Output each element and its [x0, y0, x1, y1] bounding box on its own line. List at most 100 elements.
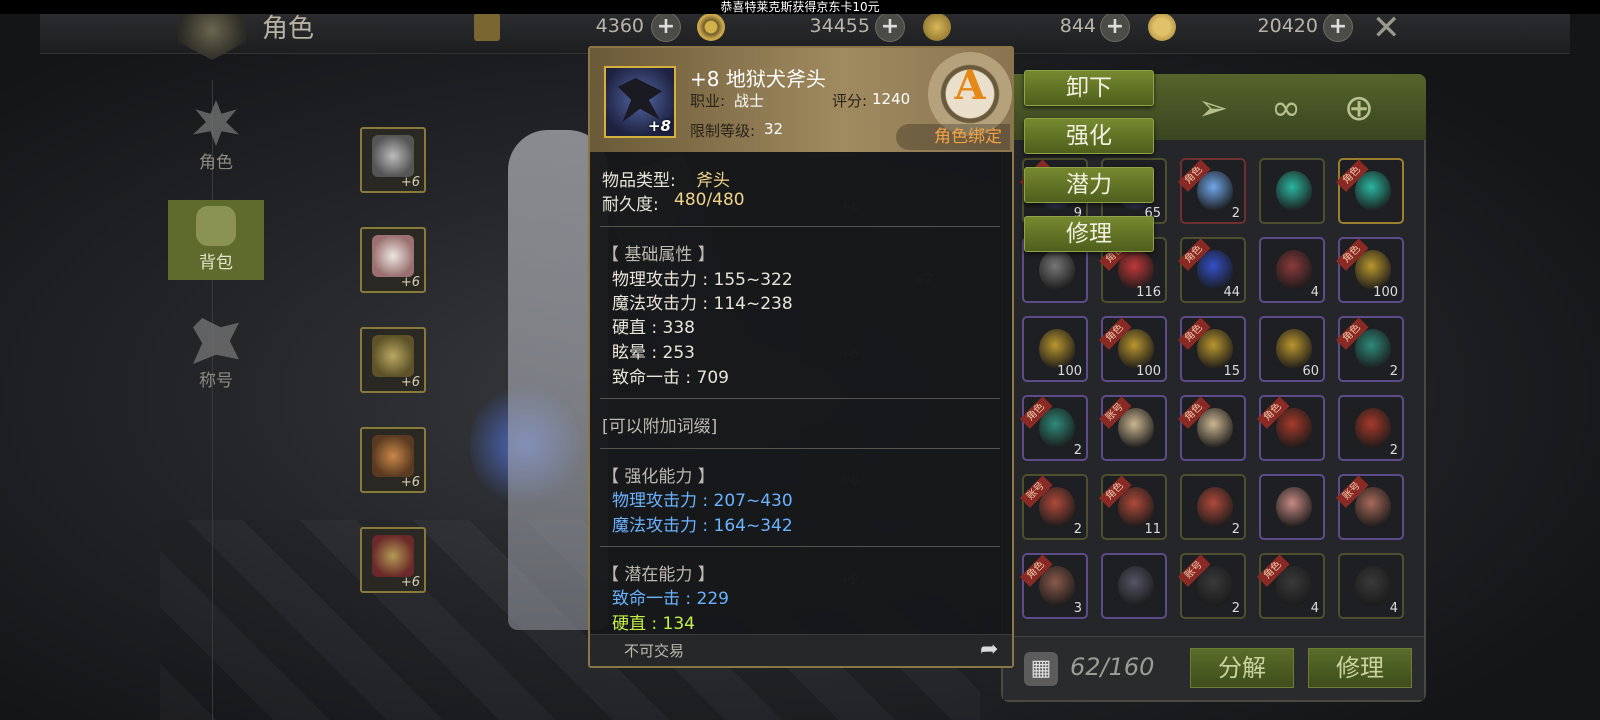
inventory-item[interactable]: 2 — [1338, 395, 1404, 461]
announcement-ticker: 恭喜特莱克斯获得京东卡10元 — [0, 0, 1600, 14]
inventory-item[interactable]: 角色 2 — [1336, 316, 1404, 382]
nav-item-bag[interactable]: 背包 — [168, 200, 264, 280]
item-count: 11 — [1144, 522, 1161, 537]
leggings-icon — [372, 335, 414, 377]
equip-slot-leggings[interactable]: +6 — [360, 327, 426, 393]
item-count: 2 — [1231, 522, 1240, 537]
wing-icon[interactable]: ➢ — [1190, 86, 1236, 132]
divider — [600, 546, 1000, 547]
inventory-item[interactable]: 角色 44 — [1178, 237, 1246, 303]
inventory-item[interactable]: 60 — [1259, 316, 1325, 382]
equip-slot-gloves[interactable]: +6 — [360, 427, 426, 493]
item-count: 2 — [1073, 522, 1082, 537]
unequip-button[interactable]: 卸下 — [1024, 70, 1154, 106]
bag-coin-icon — [923, 13, 951, 41]
job-value: 战士 — [734, 92, 765, 110]
grade-letter: A — [954, 62, 986, 109]
inventory-item[interactable] — [1259, 474, 1325, 540]
divider — [600, 226, 1000, 227]
inventory-item[interactable]: 角色 3 — [1020, 553, 1088, 619]
item-icon — [1039, 250, 1075, 290]
gem-icon[interactable]: ⊕ — [1336, 86, 1382, 132]
inventory-item[interactable]: 角色 15 — [1178, 316, 1246, 382]
share-icon[interactable]: ➦ — [980, 637, 998, 662]
inventory-item[interactable]: 账号 — [1099, 395, 1167, 461]
item-icon — [1276, 329, 1312, 369]
close-button[interactable]: ✕ — [1372, 11, 1401, 45]
chain-icon[interactable]: ∞ — [1263, 86, 1309, 132]
potential-header: 【 潜在能力 】 — [602, 565, 715, 585]
axe-item-icon: +8 — [604, 66, 676, 138]
grid-icon[interactable]: ▦ — [1024, 652, 1058, 686]
equip-slot-helmet[interactable]: +6 — [360, 127, 426, 193]
inventory-item[interactable]: 100 — [1022, 316, 1088, 382]
equip-slot-armor[interactable]: +6 — [360, 227, 426, 293]
armor-icon — [372, 235, 414, 277]
enhance-button[interactable]: 强化 — [1024, 118, 1154, 154]
item-count: 15 — [1223, 364, 1240, 379]
job-label: 职业: — [690, 92, 726, 110]
inventory-item[interactable]: 账号 — [1336, 474, 1404, 540]
inventory-item[interactable]: 角色 2 — [1178, 158, 1246, 224]
potential-button[interactable]: 潜力 — [1024, 167, 1154, 203]
item-count: 2 — [1073, 443, 1082, 458]
item-count: 44 — [1223, 285, 1240, 300]
nav-label: 角色 — [199, 153, 233, 173]
inventory-item[interactable] — [1259, 158, 1325, 224]
inventory-item[interactable]: 2 — [1180, 474, 1246, 540]
item-count: 2 — [1231, 601, 1240, 616]
bag-icon — [196, 206, 236, 246]
inventory-item[interactable]: 角色 4 — [1257, 553, 1325, 619]
inventory-item[interactable]: 角色 — [1257, 395, 1325, 461]
inventory-item[interactable]: 角色 — [1336, 158, 1404, 224]
type-value: 斧头 — [696, 171, 730, 191]
inventory-count: 62/160 — [1070, 653, 1155, 681]
inventory-item[interactable]: 4 — [1259, 237, 1325, 303]
item-count: 4 — [1310, 285, 1319, 300]
inventory-item[interactable]: 角色 11 — [1099, 474, 1167, 540]
add-gold-button[interactable]: + — [1323, 12, 1353, 42]
inventory-item[interactable]: 账号 2 — [1020, 474, 1088, 540]
item-count: 2 — [1231, 206, 1240, 221]
base-stat: 眩晕 : 253 — [612, 343, 695, 363]
inventory-item[interactable] — [1101, 553, 1167, 619]
gloves-icon — [372, 435, 414, 477]
inventory-item[interactable]: 角色 — [1178, 395, 1246, 461]
inventory-item[interactable]: 角色 100 — [1099, 316, 1167, 382]
item-icon — [1039, 329, 1075, 369]
add-swirl-button[interactable]: + — [875, 12, 905, 42]
inventory-item[interactable]: 账号 2 — [1178, 553, 1246, 619]
level-label: 限制等级: — [690, 122, 756, 140]
repair-button[interactable]: 修理 — [1024, 216, 1154, 252]
item-icon — [1355, 408, 1391, 448]
nav-label: 称号 — [199, 371, 233, 391]
equip-slot-boots[interactable]: +6 — [360, 527, 426, 593]
base-stat: 物理攻击力 : 155~322 — [612, 270, 793, 290]
score-label: 评分: — [832, 92, 868, 110]
durability-value: 480/480 — [674, 190, 745, 210]
affix-text: [可以附加词缀] — [602, 417, 718, 437]
trade-status: 不可交易 — [624, 642, 685, 660]
inventory-item[interactable]: 角色 2 — [1020, 395, 1088, 461]
inventory-item[interactable]: 4 — [1338, 553, 1404, 619]
add-cards-button[interactable]: + — [651, 12, 681, 42]
nav-label: 背包 — [199, 253, 233, 273]
item-count: 100 — [1136, 364, 1161, 379]
boots-icon — [372, 535, 414, 577]
repair-all-button[interactable]: 修理 — [1308, 648, 1412, 688]
item-count: 60 — [1302, 364, 1319, 379]
item-count: 2 — [1389, 364, 1398, 379]
nav-item-title[interactable]: 称号 — [168, 318, 264, 398]
nav-item-character[interactable]: 角色 — [168, 100, 264, 180]
divider — [600, 398, 1000, 399]
decompose-button[interactable]: 分解 — [1190, 648, 1294, 688]
slot-level: +6 — [400, 475, 420, 490]
type-label: 物品类型: — [602, 171, 676, 191]
item-count: 3 — [1073, 601, 1082, 616]
item-count: 4 — [1389, 601, 1398, 616]
item-icon — [1276, 171, 1312, 211]
gold-coin-icon — [1148, 13, 1176, 41]
add-bag-button[interactable]: + — [1100, 12, 1130, 42]
character-icon — [193, 100, 239, 146]
inventory-item[interactable]: 角色 100 — [1336, 237, 1404, 303]
